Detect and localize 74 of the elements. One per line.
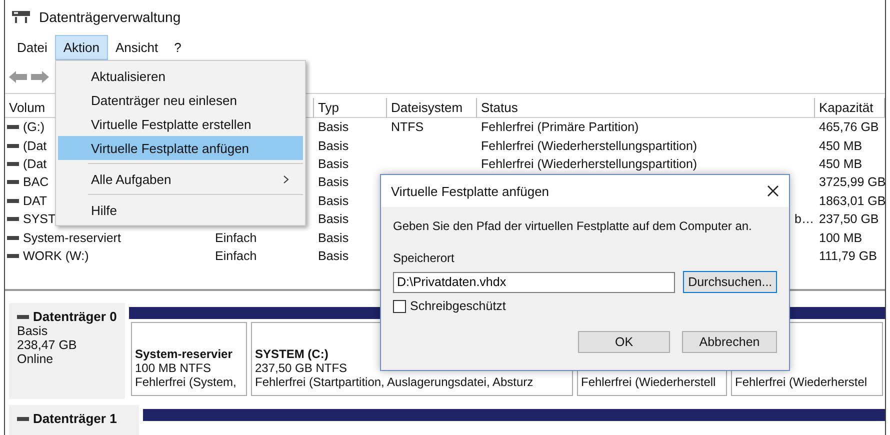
table-cell: 450 MB — [819, 138, 862, 153]
field-label: Speicherort — [393, 251, 456, 265]
table-cell: 100 MB — [819, 230, 862, 245]
menu-item[interactable]: Ansicht — [108, 34, 166, 60]
menu-entry[interactable]: Aktualisieren — [58, 64, 303, 88]
table-cell: NTFS — [391, 120, 424, 134]
table-cell: Basis — [318, 175, 349, 190]
column-header[interactable]: Dateisystem — [387, 98, 477, 118]
partition-size: 237,50 GB NTFS — [255, 361, 348, 375]
table-cell: 3725,99 GB — [819, 175, 886, 190]
disk-management-icon — [11, 10, 31, 24]
table-cell: (G:) — [23, 120, 45, 134]
table-cell: b… — [794, 212, 814, 226]
table-cell: Basis — [318, 194, 349, 208]
column-header[interactable]: Kapazität — [815, 98, 885, 118]
table-cell: Fehlerfrei (Wiederherstellungspartition) — [481, 138, 698, 153]
dialog-button[interactable]: OK — [578, 331, 670, 353]
dialog-button[interactable]: Abbrechen — [682, 331, 777, 353]
table-cell: Basis — [318, 156, 349, 171]
table-cell: Basis — [318, 230, 349, 245]
menu-entry[interactable]: Hilfe — [58, 198, 303, 222]
table-cell: Basis — [318, 248, 349, 263]
table-cell: Basis — [318, 212, 349, 226]
partition-status: Fehlerfrei (System, — [135, 375, 238, 389]
table-cell: SYST — [23, 212, 56, 226]
browse-button[interactable]: Durchsuchen... — [683, 271, 777, 293]
menu-entry[interactable]: Datenträger neu einlesen — [58, 88, 303, 112]
location-field[interactable]: D:\Privatdaten.vhdx — [393, 272, 676, 292]
table-cell: Einfach — [215, 248, 257, 263]
table-cell: (Dat — [23, 138, 47, 153]
forward-arrow-icon[interactable] — [31, 70, 49, 82]
table-cell: DAT — [23, 194, 48, 208]
disk-detail: 238,47 GB — [17, 338, 78, 352]
menu-entry[interactable]: Virtuelle Festplatte erstellen — [58, 112, 303, 136]
partition-name: SYSTEM (C:) — [255, 347, 330, 361]
dialog-description: Geben Sie den Pfad der virtuellen Festplatte auf dem Computer an. — [393, 219, 753, 233]
menu-entry[interactable]: Alle Aufgaben — [58, 167, 303, 191]
table-cell: BAC — [23, 175, 49, 190]
menu-item[interactable]: Datei — [9, 34, 56, 60]
column-header[interactable]: Status — [477, 98, 815, 118]
menu-entry[interactable]: Virtuelle Festplatte anfügen — [58, 136, 303, 160]
disk-detail: Online — [17, 352, 54, 366]
table-cell: 450 MB — [819, 156, 862, 171]
disk-name: Datenträger 0 — [33, 309, 117, 324]
table-cell: (Dat — [23, 156, 47, 171]
partition-status: Fehlerfrei (Startpartition, Auslagerungsdatei, Absturz — [255, 375, 534, 389]
table-cell: Fehlerfrei (Primäre Partition) — [481, 120, 639, 134]
table-cell: 237,50 GB — [819, 212, 879, 226]
back-arrow-icon[interactable] — [9, 70, 27, 82]
table-cell: 465,76 GB — [819, 120, 879, 134]
disk-name: Datenträger 1 — [33, 411, 117, 426]
table-cell: Fehlerfrei (Wiederherstellungspartition) — [481, 156, 698, 171]
table-cell: Basis — [318, 120, 349, 134]
table-cell: WORK (W:) — [23, 248, 89, 263]
disk-detail: Basis — [17, 324, 49, 338]
table-cell: Basis — [318, 138, 349, 153]
table-cell: 111,79 GB — [819, 248, 877, 263]
checkbox-label: Schreibgeschützt — [410, 299, 506, 313]
partition-status: Fehlerfrei (Wiederherstell — [581, 375, 717, 389]
table-cell: System-reserviert — [23, 230, 121, 245]
partition-name: System-reservier — [135, 347, 234, 361]
partition-size: 100 MB NTFS — [135, 361, 212, 375]
table-cell: Einfach — [215, 230, 257, 245]
chevron-icon — [283, 174, 289, 184]
close-icon[interactable] — [767, 185, 779, 197]
window-title: Datenträgerverwaltung — [39, 9, 181, 25]
column-header[interactable]: Typ — [314, 98, 387, 118]
table-cell: 1863,01 GB — [819, 194, 886, 208]
dialog-title: Virtuelle Festplatte anfügen — [391, 184, 550, 198]
partition-status: Fehlerfrei (Wiederherstel — [735, 375, 868, 389]
menu-item[interactable]: Aktion — [55, 34, 108, 60]
partition-block[interactable]: System-reservier 100 MB NTFS Fehlerfrei (System, — [131, 322, 247, 396]
menu-item[interactable]: ? — [166, 34, 190, 60]
checkbox[interactable] — [393, 300, 406, 312]
